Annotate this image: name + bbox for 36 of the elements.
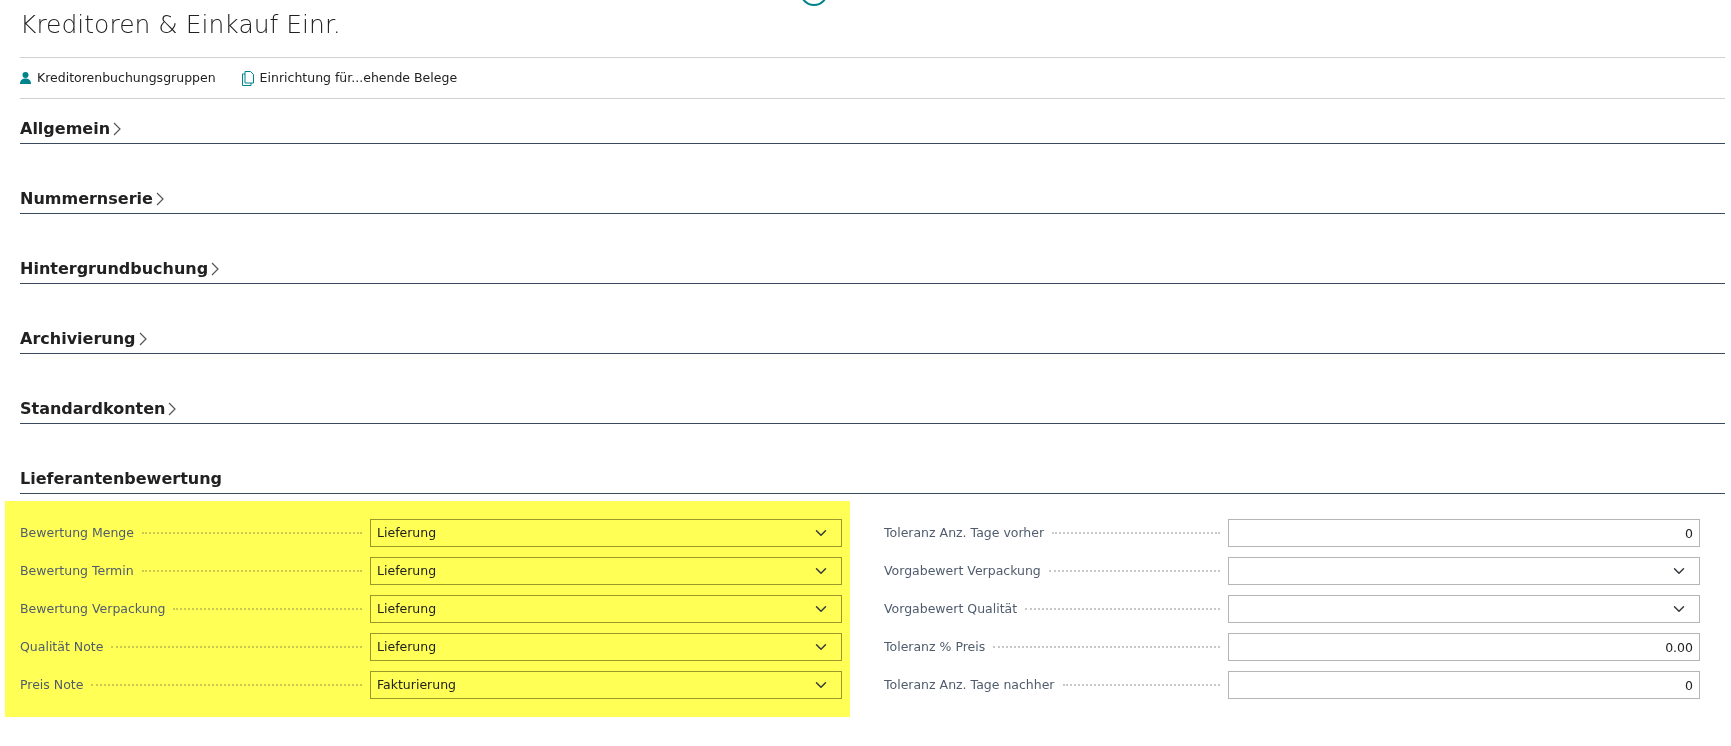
input-field[interactable]: 0 xyxy=(1228,519,1700,547)
dropdown-field[interactable]: Lieferung xyxy=(370,633,842,661)
dropdown-field[interactable] xyxy=(1228,557,1700,585)
person-icon xyxy=(20,72,31,84)
chevron-icon xyxy=(168,402,177,416)
field-label: Bewertung Termin xyxy=(20,561,134,580)
input-field[interactable]: 0 xyxy=(1228,671,1700,699)
field-label: Vorgabewert Qualität xyxy=(884,599,1018,618)
field-label: Vorgabewert Verpackung xyxy=(884,561,1041,580)
chevron-icon xyxy=(211,262,220,276)
field-label: Toleranz Anz. Tage nachher xyxy=(884,675,1055,694)
chevron-icon xyxy=(113,122,122,136)
chevron-icon xyxy=(155,192,164,206)
action-link[interactable]: Einrichtung für...ehende Belege xyxy=(241,68,458,88)
field-label: Toleranz % Preis xyxy=(884,637,986,656)
field-label: Toleranz Anz. Tage vorher xyxy=(884,523,1045,542)
field-label: Bewertung Verpackung xyxy=(20,599,166,618)
dropdown-field[interactable]: Lieferung xyxy=(370,595,842,623)
dropdown-field[interactable]: Fakturierung xyxy=(370,671,842,699)
section-header[interactable]: Archivierung xyxy=(20,327,147,351)
section-header[interactable]: Standardkonten xyxy=(20,397,177,421)
section-header[interactable]: Allgemein xyxy=(20,117,122,141)
dropdown-field[interactable]: Lieferung xyxy=(370,519,842,547)
dropdown-field[interactable] xyxy=(1228,595,1700,623)
field-label: Bewertung Menge xyxy=(20,523,134,542)
input-field[interactable]: 0.00 xyxy=(1228,633,1700,661)
dropdown-field[interactable]: Lieferung xyxy=(370,557,842,585)
documents-icon xyxy=(241,70,254,86)
field-label: Qualität Note xyxy=(20,637,104,656)
section-header[interactable]: Hintergrundbuchung xyxy=(20,257,220,281)
action-link[interactable]: Kreditorenbuchungsgruppen xyxy=(20,68,216,88)
field-label: Preis Note xyxy=(20,675,84,694)
section-header[interactable]: Nummernserie xyxy=(20,187,164,211)
chevron-icon xyxy=(138,332,147,346)
page-title: Kreditoren & Einkauf Einr. xyxy=(20,0,1725,58)
section-header[interactable]: Lieferantenbewertung xyxy=(20,467,223,491)
